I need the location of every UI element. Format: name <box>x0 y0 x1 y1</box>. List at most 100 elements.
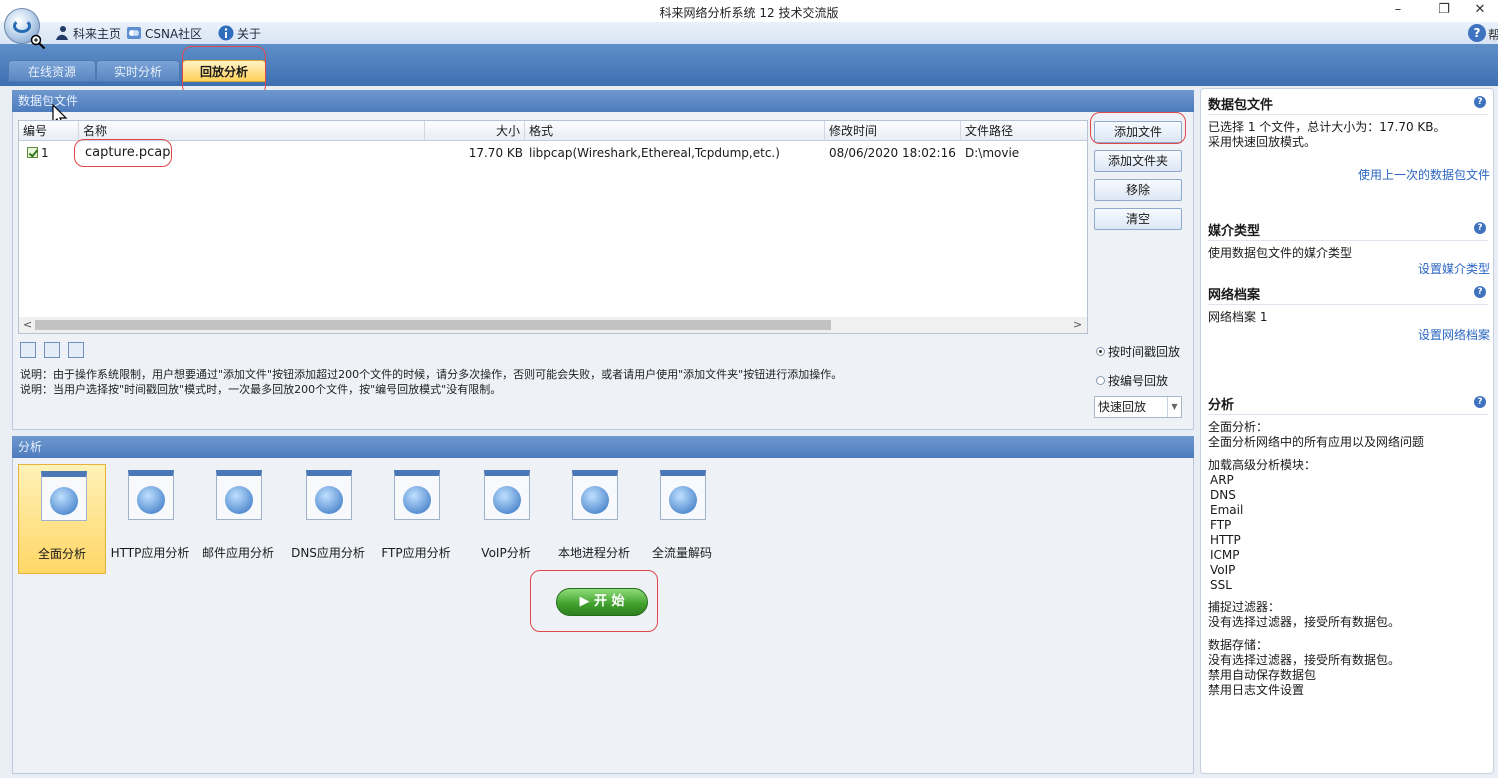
help-icon[interactable]: ? <box>1474 396 1486 408</box>
module-full-analysis[interactable]: 全面分析 <box>18 464 106 574</box>
side-files-title: 数据包文件 <box>1208 98 1274 113</box>
ribbon-tab-strip: 在线资源 实时分析 回放分析 <box>0 44 1498 86</box>
chevron-down-icon[interactable]: ▼ <box>1167 397 1181 417</box>
help-icon[interactable]: ? <box>1474 96 1486 108</box>
side-analysis-line: 全面分析网络中的所有应用以及网络问题 <box>1208 435 1425 449</box>
row-mtime: 08/06/2020 18:02:16 <box>829 146 956 160</box>
radio-replay-by-time[interactable]: 按时间戳回放 <box>1096 343 1180 360</box>
help-icon[interactable]: ? <box>1468 24 1486 42</box>
module-ftp-analysis[interactable]: FTP应用分析 <box>372 464 460 574</box>
radio-replay-by-number[interactable]: 按编号回放 <box>1096 372 1168 389</box>
col-mtime[interactable]: 修改时间 <box>825 121 961 141</box>
microscope-icon <box>660 470 706 520</box>
set-profile-link[interactable]: 设置网络档案 <box>1418 326 1490 343</box>
divider <box>1208 304 1488 305</box>
magnifier-icon <box>41 471 87 521</box>
table-header: 编号 名称 大小 格式 修改时间 文件路径 <box>19 121 1087 141</box>
info-icon <box>218 25 234 41</box>
invert-selection-icon[interactable] <box>44 342 60 358</box>
home-link[interactable]: 科来主页 <box>54 25 121 41</box>
packet-files-section-title: 数据包文件 <box>12 90 1194 112</box>
side-analysis-line: Email <box>1210 503 1244 517</box>
side-analysis-line: 全面分析： <box>1208 420 1269 434</box>
home-person-icon <box>56 26 68 40</box>
remove-button[interactable]: 移除 <box>1094 179 1182 201</box>
module-dns-analysis[interactable]: DNS应用分析 <box>284 464 372 574</box>
home-link-label: 科来主页 <box>73 26 122 41</box>
module-full-flow-decode[interactable]: 全流量解码 <box>638 464 726 574</box>
side-analysis-line: 加载高级分析模块： <box>1208 458 1317 472</box>
side-files-info-1: 已选择 1 个文件，总计大小为：17.70 KB。 <box>1208 120 1446 134</box>
radio-unselected-icon <box>1096 376 1105 385</box>
module-voip-analysis[interactable]: VoIP分析 <box>462 464 550 574</box>
help-icon[interactable]: ? <box>1474 286 1486 298</box>
about-link[interactable]: 关于 <box>218 25 261 41</box>
side-analysis-line: 禁用自动保存数据包 <box>1208 668 1317 682</box>
module-label: 全流量解码 <box>651 546 712 560</box>
clear-button[interactable]: 清空 <box>1094 208 1182 230</box>
zoom-cursor-icon <box>30 34 46 50</box>
row-no: 1 <box>41 146 49 160</box>
col-no[interactable]: 编号 <box>19 121 79 141</box>
use-last-files-link[interactable]: 使用上一次的数据包文件 <box>1358 166 1490 183</box>
help-label[interactable]: 帮 <box>1488 26 1498 43</box>
row-no-cell[interactable]: 1 <box>23 143 79 163</box>
deselect-icon[interactable] <box>68 342 84 358</box>
community-link-label: CSNA社区 <box>145 26 203 41</box>
col-format[interactable]: 格式 <box>525 121 825 141</box>
set-media-type-link[interactable]: 设置媒介类型 <box>1418 260 1490 277</box>
scroll-right-icon[interactable]: > <box>1073 318 1082 331</box>
tab-realtime-analysis[interactable]: 实时分析 <box>96 60 180 82</box>
replay-speed-select[interactable]: 快速回放 ▼ <box>1094 396 1182 418</box>
module-glyph <box>50 487 78 515</box>
globe-icon <box>128 470 174 520</box>
side-media-title: 媒介类型 <box>1208 224 1261 239</box>
app-logo-icon <box>13 19 31 33</box>
side-analysis-line: HTTP <box>1210 533 1241 547</box>
radio-by-time-label: 按时间戳回放 <box>1108 345 1181 359</box>
col-path[interactable]: 文件路径 <box>961 121 1087 141</box>
start-button[interactable]: ▶ 开 始 <box>556 588 648 616</box>
col-name[interactable]: 名称 <box>79 121 425 141</box>
tab-online-resources[interactable]: 在线资源 <box>8 60 96 82</box>
horizontal-scrollbar[interactable]: < > <box>19 317 1087 333</box>
add-folder-button[interactable]: 添加文件夹 <box>1094 150 1182 172</box>
module-mail-analysis[interactable]: 邮件应用分析 <box>194 464 282 574</box>
minimize-button[interactable]: – <box>1380 0 1416 22</box>
quick-access-toolbar: 科来主页 CSNA社区 关于 <box>0 22 1498 44</box>
divider <box>1208 114 1488 115</box>
col-size[interactable]: 大小 <box>425 121 525 141</box>
title-bar: 科来网络分析系统 12 技术交流版 – ❐ ✕ <box>0 0 1498 22</box>
select-all-icon[interactable] <box>20 342 36 358</box>
help-icon[interactable]: ? <box>1474 222 1486 234</box>
row-path: D:\movie <box>965 146 1020 160</box>
analysis-section-title: 分析 <box>12 436 1194 458</box>
side-analysis-line: ARP <box>1210 473 1234 487</box>
dns-icon <box>306 470 352 520</box>
community-icon <box>127 27 141 39</box>
side-files-info-2: 采用快速回放模式。 <box>1208 135 1317 149</box>
close-button[interactable]: ✕ <box>1462 0 1498 22</box>
divider <box>1208 414 1488 415</box>
maximize-button[interactable]: ❐ <box>1426 0 1462 22</box>
side-analysis-line: VoIP <box>1210 563 1236 577</box>
side-analysis-line: SSL <box>1210 578 1232 592</box>
scroll-left-icon[interactable]: < <box>23 318 32 331</box>
module-glyph <box>315 486 343 514</box>
side-analysis-line: 禁用日志文件设置 <box>1208 683 1305 697</box>
community-link[interactable]: CSNA社区 <box>126 25 202 41</box>
window-title: 科来网络分析系统 12 技术交流版 <box>659 6 839 20</box>
add-file-button[interactable]: 添加文件 <box>1094 121 1182 143</box>
radio-selected-icon <box>1096 347 1105 356</box>
module-http-analysis[interactable]: HTTP应用分析 <box>106 464 194 574</box>
module-local-process-analysis[interactable]: 本地进程分析 <box>550 464 638 574</box>
process-icon <box>572 470 618 520</box>
tab-replay-analysis[interactable]: 回放分析 <box>182 60 266 82</box>
scrollbar-thumb[interactable] <box>35 320 831 330</box>
replay-speed-value: 快速回放 <box>1098 400 1147 414</box>
about-link-label: 关于 <box>237 26 262 41</box>
module-glyph <box>137 486 165 514</box>
module-glyph <box>669 486 697 514</box>
row-format: libpcap(Wireshark,Ethereal,Tcpdump,etc.) <box>529 146 780 160</box>
row-checkbox[interactable] <box>27 147 38 158</box>
